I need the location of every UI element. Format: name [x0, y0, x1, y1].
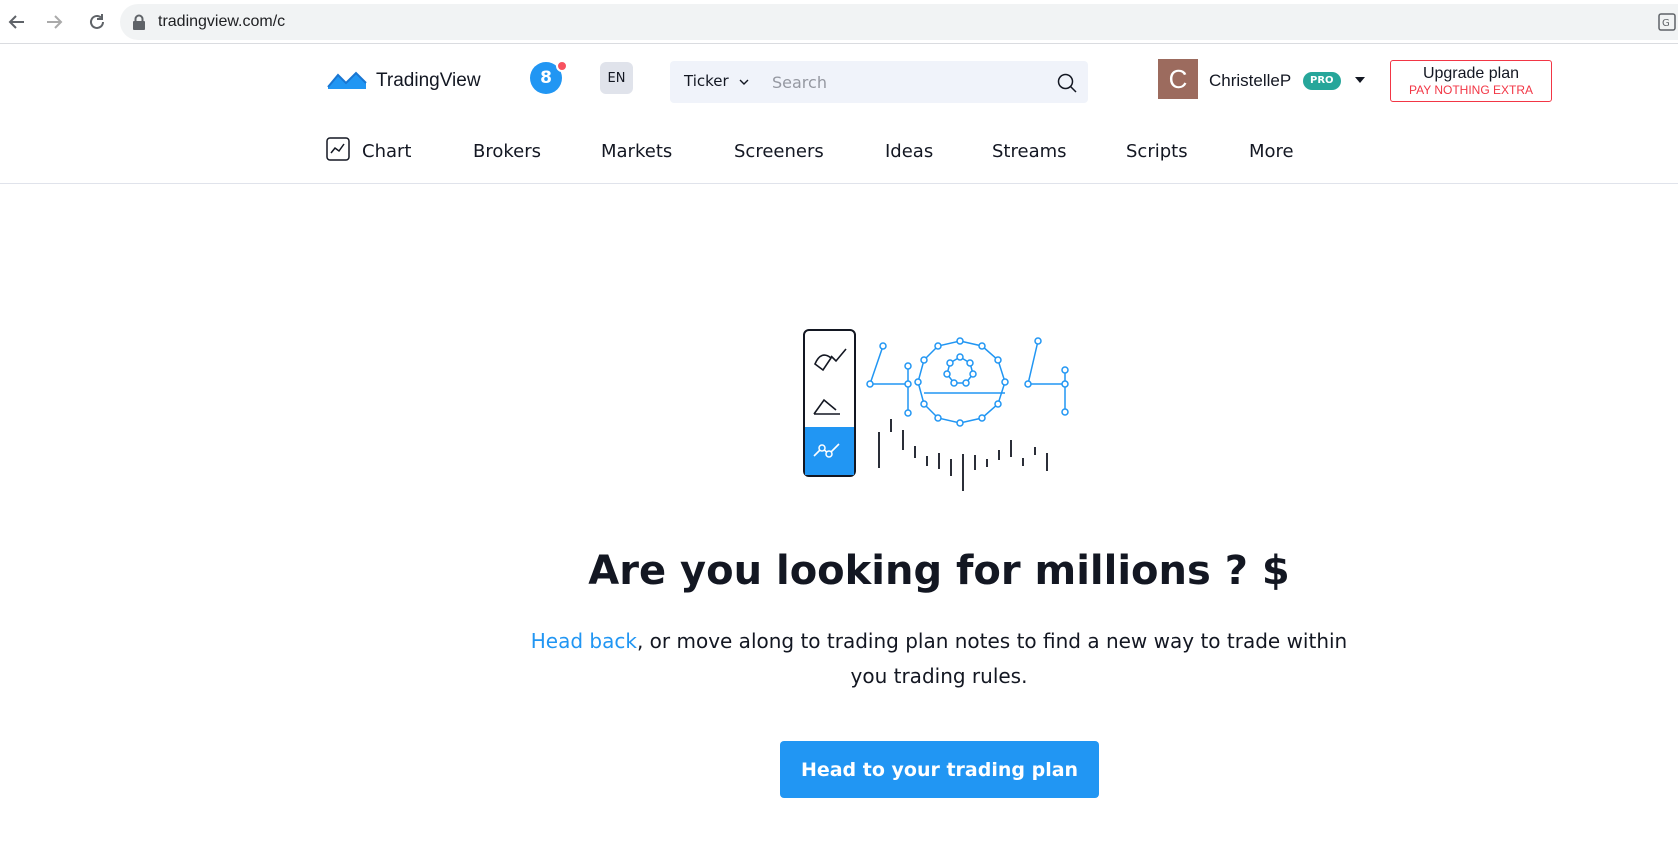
- upgrade-title: Upgrade plan: [1422, 65, 1520, 82]
- menu-item-streams[interactable]: Streams: [992, 141, 1067, 162]
- description-text: , or move along to trading plan notes to…: [636, 629, 1348, 688]
- back-arrow-icon[interactable]: [3, 8, 31, 36]
- forward-arrow-icon[interactable]: [40, 8, 68, 36]
- menu-item-scripts[interactable]: Scripts: [1126, 141, 1188, 162]
- page-title: Are you looking for millions ? $: [588, 548, 1290, 594]
- avatar[interactable]: C: [1158, 59, 1198, 99]
- brand-logo[interactable]: TradingView: [326, 67, 481, 95]
- trading-plan-button[interactable]: Head to your trading plan: [780, 741, 1099, 798]
- menu-item-ideas[interactable]: Ideas: [885, 141, 933, 162]
- search-bar: Ticker: [670, 61, 1088, 103]
- tradingview-logo-icon: [326, 67, 368, 95]
- search-input[interactable]: [772, 67, 1032, 97]
- chevron-down-icon: [739, 72, 749, 90]
- chart-icon[interactable]: [326, 137, 350, 165]
- svg-text:G: G: [1662, 18, 1670, 29]
- username[interactable]: ChristelleP: [1209, 71, 1291, 91]
- menu-item-chart[interactable]: Chart: [362, 141, 411, 162]
- upgrade-subtitle: PAY NOTHING EXTRA: [1408, 83, 1534, 97]
- menu-item-screeners[interactable]: Screeners: [734, 141, 824, 162]
- notification-dot: [556, 60, 568, 72]
- menu-item-more[interactable]: More: [1249, 141, 1294, 162]
- site-header: TradingView 8 EN Ticker C ChristelleP PR…: [0, 45, 1678, 184]
- search-icon[interactable]: [1056, 72, 1078, 98]
- ticker-dropdown[interactable]: Ticker: [684, 72, 749, 90]
- upgrade-plan-button[interactable]: Upgrade plan PAY NOTHING EXTRA: [1390, 60, 1552, 102]
- page-description: Head back, or move along to trading plan…: [530, 624, 1348, 694]
- language-button[interactable]: EN: [600, 62, 633, 94]
- pro-badge: PRO: [1303, 72, 1341, 90]
- brand-name: TradingView: [376, 70, 481, 91]
- head-back-link[interactable]: Head back: [531, 629, 637, 653]
- url-text: tradingview.com/c: [158, 13, 286, 30]
- translate-icon[interactable]: G: [1658, 13, 1676, 35]
- ticker-label: Ticker: [684, 72, 729, 90]
- menu-item-brokers[interactable]: Brokers: [473, 141, 541, 162]
- lock-icon: [132, 14, 146, 34]
- address-bar[interactable]: tradingview.com/c G: [120, 4, 1678, 40]
- reload-icon[interactable]: [83, 8, 111, 36]
- browser-toolbar: tradingview.com/c G: [0, 0, 1678, 44]
- illustration-404: [800, 326, 1075, 500]
- user-menu-caret-icon[interactable]: [1355, 77, 1365, 83]
- menu-item-markets[interactable]: Markets: [601, 141, 672, 162]
